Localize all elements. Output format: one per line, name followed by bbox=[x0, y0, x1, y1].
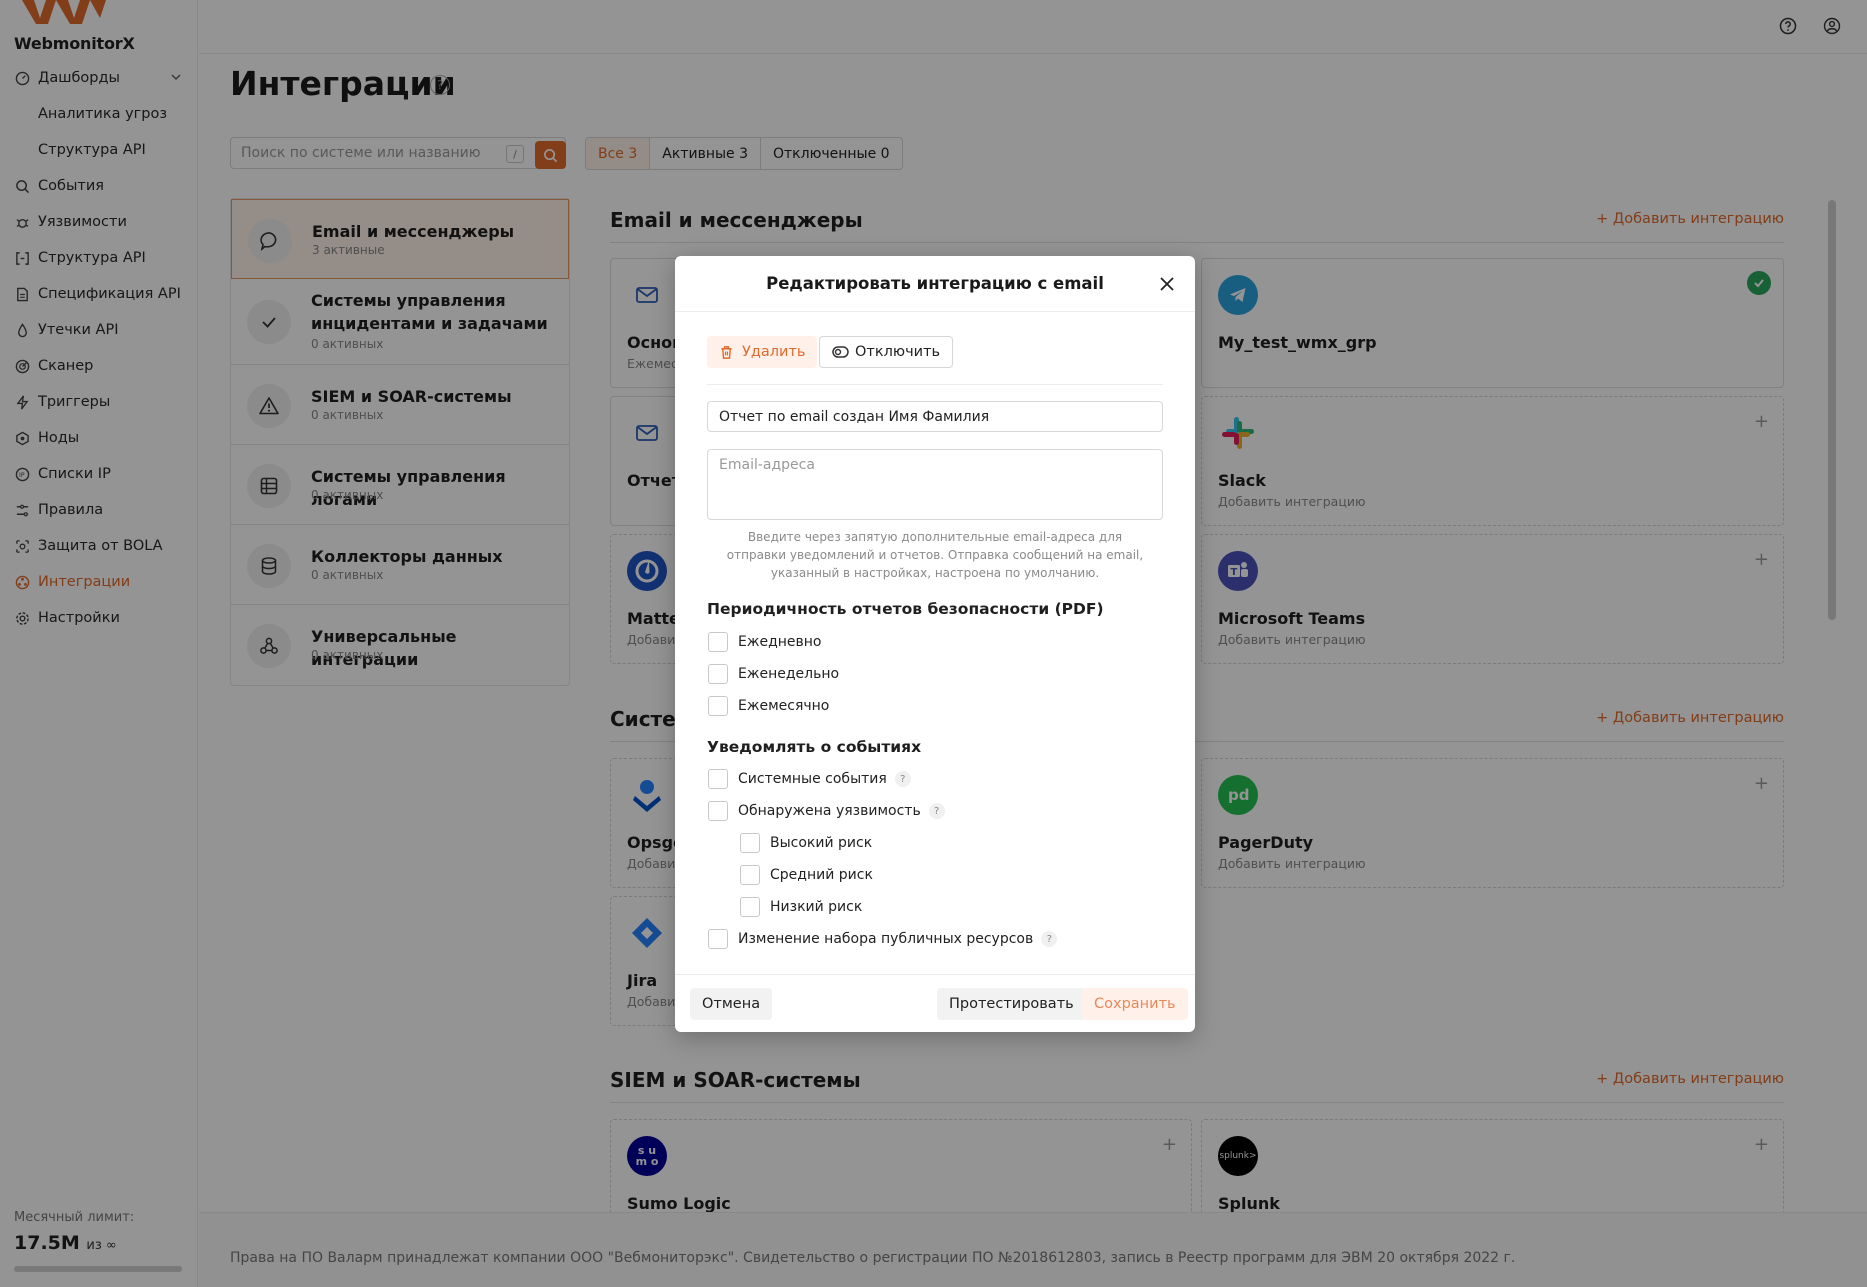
modal-divider bbox=[707, 384, 1163, 385]
emails-hint: Введите через запятую дополнительные ema… bbox=[726, 530, 1144, 580]
save-button[interactable]: Сохранить bbox=[1082, 988, 1188, 1020]
disable-button[interactable]: Отключить bbox=[819, 336, 954, 368]
checkbox-box[interactable] bbox=[708, 696, 728, 716]
disable-label: Отключить bbox=[855, 344, 941, 360]
integration-name-input[interactable] bbox=[707, 401, 1163, 432]
checkbox-daily[interactable]: Ежедневно bbox=[708, 632, 822, 652]
modal-title: Редактировать интеграцию с email bbox=[766, 274, 1104, 293]
checkbox-medium-risk[interactable]: Средний риск bbox=[740, 865, 873, 885]
delete-label: Удалить bbox=[742, 344, 806, 360]
checkbox-label: Ежедневно bbox=[738, 634, 822, 650]
checkbox-label: Изменение набора публичных ресурсов bbox=[738, 931, 1034, 947]
checkbox-weekly[interactable]: Еженедельно bbox=[708, 664, 839, 684]
checkbox-label: Низкий риск bbox=[770, 899, 863, 915]
checkbox-box[interactable] bbox=[740, 897, 760, 917]
cancel-button[interactable]: Отмена bbox=[690, 988, 773, 1020]
checkbox-high-risk[interactable]: Высокий риск bbox=[740, 833, 872, 853]
checkbox-label: Средний риск bbox=[770, 867, 873, 883]
events-section-title: Уведомлять о событиях bbox=[707, 738, 922, 756]
modal-footer-divider bbox=[675, 974, 1195, 975]
checkbox-public-resources[interactable]: Изменение набора публичных ресурсов? bbox=[708, 929, 1058, 949]
checkbox-vulnerability-found[interactable]: Обнаружена уязвимость? bbox=[708, 801, 945, 821]
delete-button[interactable]: Удалить bbox=[707, 336, 818, 368]
checkbox-label: Обнаружена уязвимость bbox=[738, 803, 921, 819]
checkbox-label: Системные события bbox=[738, 771, 887, 787]
checkbox-box[interactable] bbox=[708, 769, 728, 789]
question-icon[interactable]: ? bbox=[928, 803, 945, 819]
checkbox-box[interactable] bbox=[740, 833, 760, 853]
question-icon[interactable]: ? bbox=[894, 771, 911, 787]
trash-icon bbox=[721, 345, 732, 359]
email-addresses-textarea[interactable] bbox=[707, 449, 1163, 520]
checkbox-label: Высокий риск bbox=[770, 835, 873, 851]
question-icon[interactable]: ? bbox=[1041, 931, 1058, 947]
edit-email-integration-modal: Редактировать интеграцию с email Удалить… bbox=[675, 256, 1195, 1032]
checkbox-monthly[interactable]: Ежемесячно bbox=[708, 696, 829, 716]
close-icon[interactable] bbox=[1157, 274, 1177, 294]
checkbox-box[interactable] bbox=[740, 865, 760, 885]
checkbox-box[interactable] bbox=[708, 801, 728, 821]
checkbox-label: Ежемесячно bbox=[738, 698, 830, 714]
checkbox-box[interactable] bbox=[708, 929, 728, 949]
checkbox-box[interactable] bbox=[708, 632, 728, 652]
reports-section-title: Периодичность отчетов безопасности (PDF) bbox=[707, 600, 1104, 618]
checkbox-box[interactable] bbox=[708, 664, 728, 684]
checkbox-system-events[interactable]: Системные события? bbox=[708, 769, 911, 789]
test-button[interactable]: Протестировать bbox=[937, 988, 1086, 1020]
checkbox-low-risk[interactable]: Низкий риск bbox=[740, 897, 862, 917]
toggle-icon bbox=[832, 346, 849, 358]
modal-header-divider bbox=[675, 311, 1195, 312]
checkbox-label: Еженедельно bbox=[738, 666, 840, 682]
